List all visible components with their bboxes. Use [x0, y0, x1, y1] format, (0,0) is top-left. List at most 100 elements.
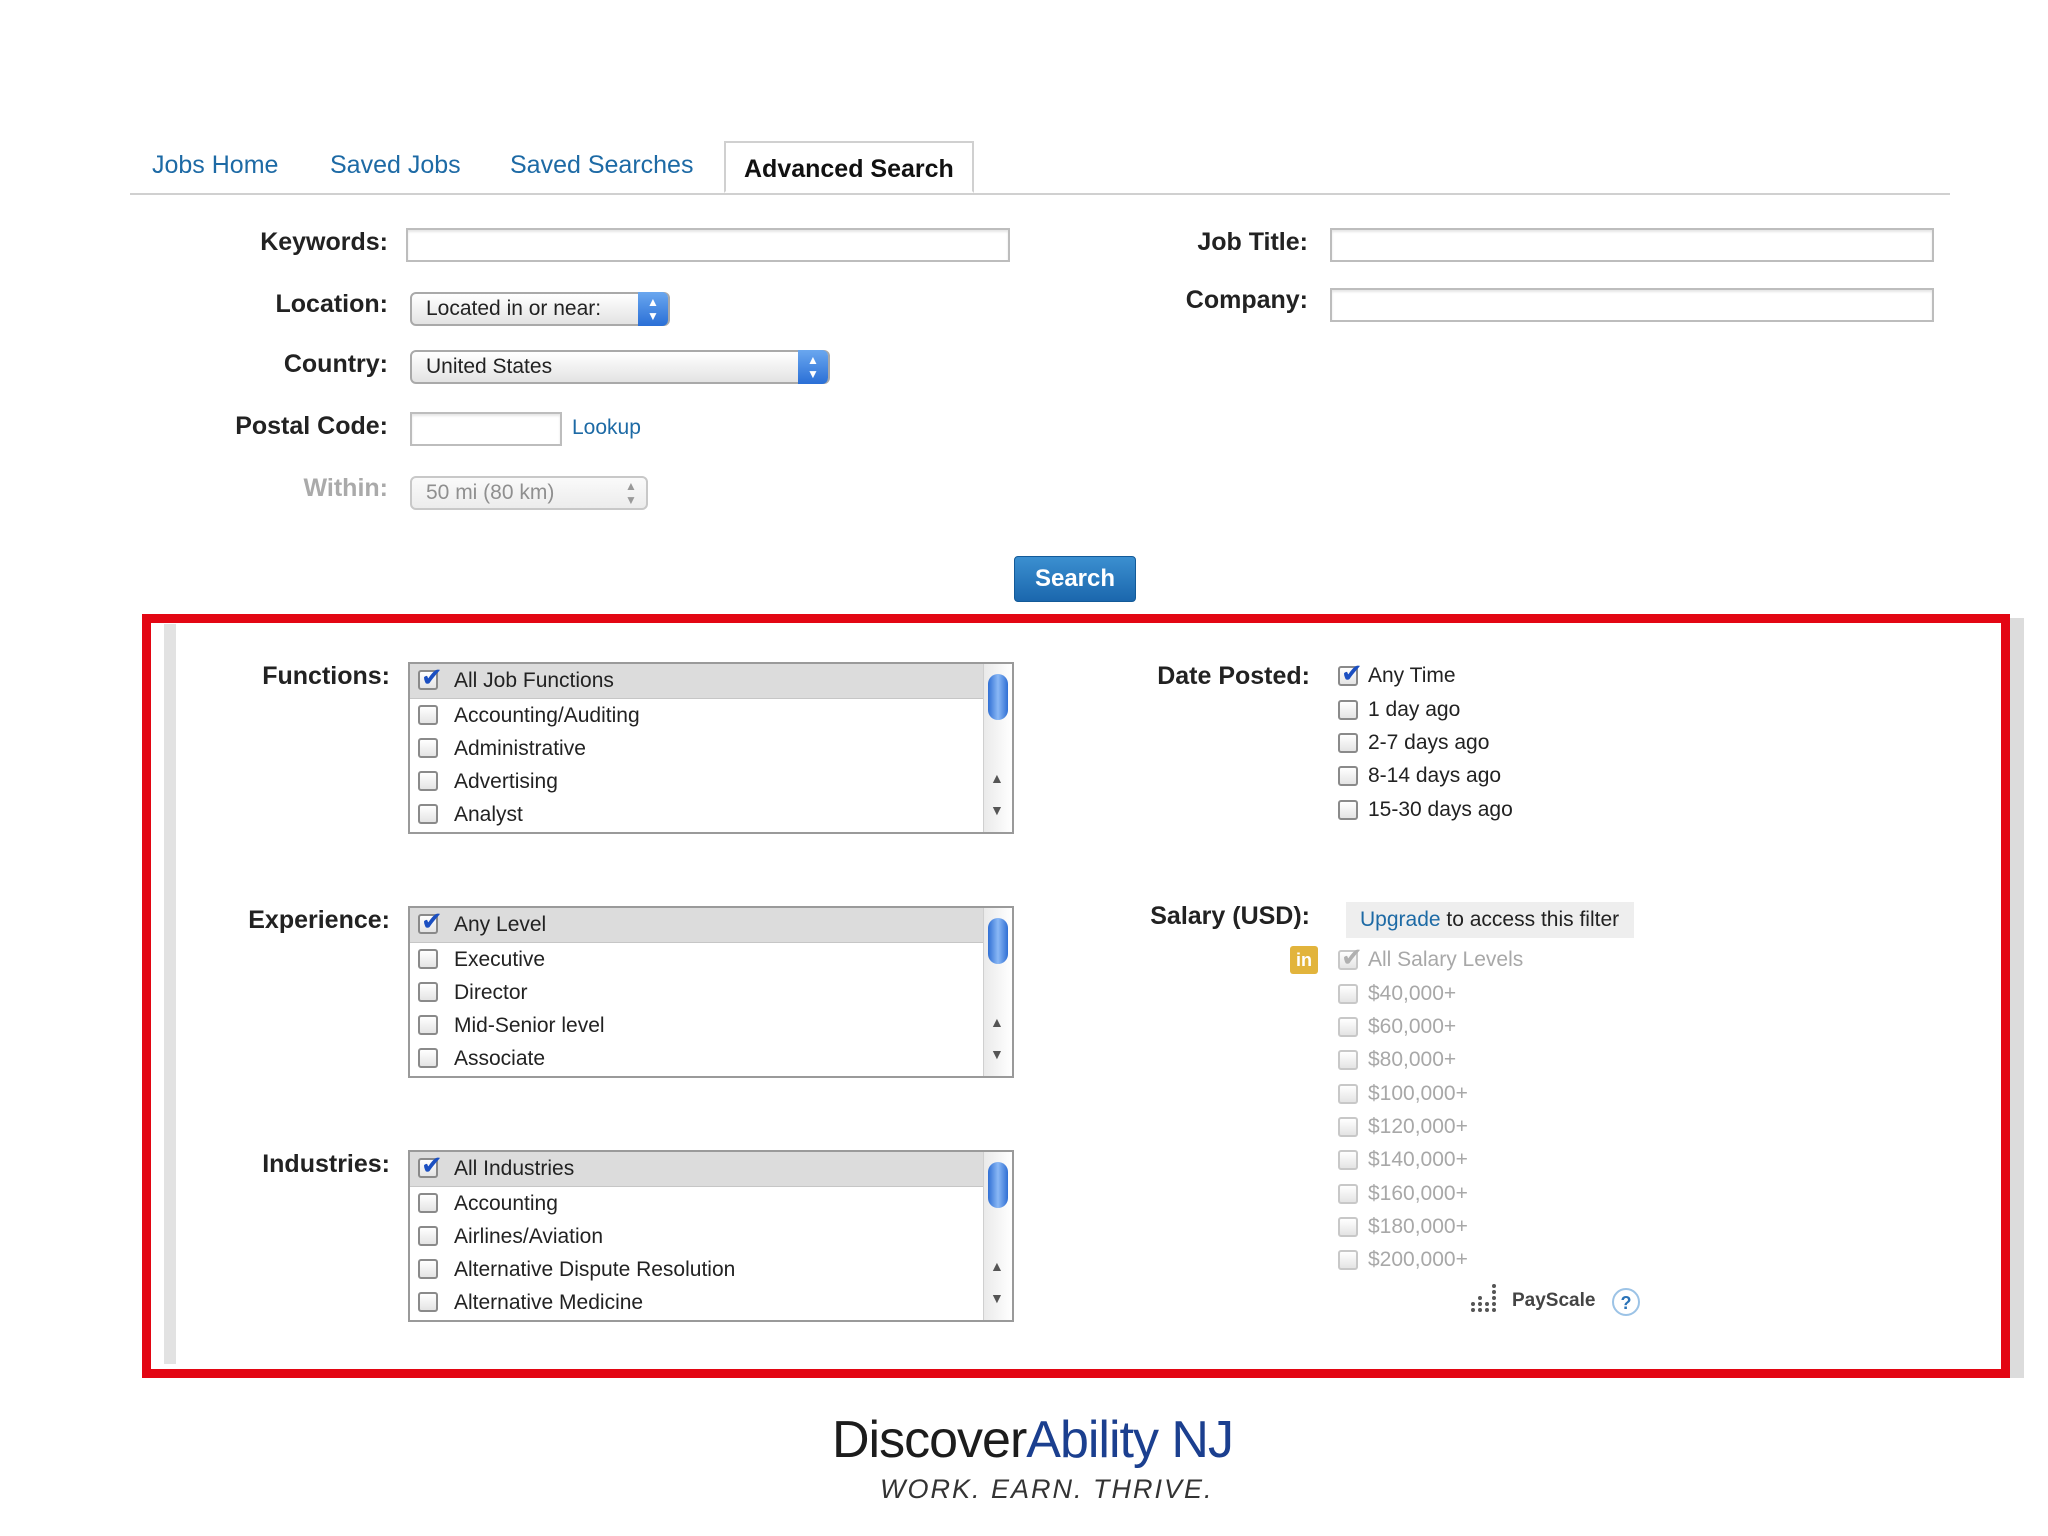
tab-saved-searches[interactable]: Saved Searches: [510, 151, 693, 180]
within-select[interactable]: 50 mi (80 km) ▲ ▼: [410, 476, 648, 510]
checkbox: [1338, 1217, 1358, 1237]
payscale-logo-icon: [1471, 1284, 1496, 1312]
list-item[interactable]: Accounting/Auditing: [410, 699, 1012, 732]
checkbox[interactable]: [418, 949, 438, 969]
country-label: Country:: [283, 350, 388, 378]
help-icon[interactable]: ?: [1612, 1288, 1640, 1316]
list-item[interactable]: Director: [410, 976, 1012, 1009]
upgrade-link[interactable]: Upgrade: [1360, 908, 1441, 931]
tab-bar: Jobs Home Saved Jobs Saved Searches Adva…: [130, 141, 1950, 195]
checkbox[interactable]: [418, 705, 438, 725]
experience-listbox[interactable]: Any Level Executive Director Mid-Senior …: [408, 906, 1014, 1078]
scrollbar[interactable]: ▲ ▼: [983, 1152, 1012, 1320]
company-label: Company:: [1185, 286, 1308, 314]
checkbox[interactable]: [1338, 658, 1363, 688]
scroll-thumb[interactable]: [988, 1162, 1008, 1208]
checkbox[interactable]: [418, 738, 438, 758]
list-item[interactable]: Advertising: [410, 765, 1012, 798]
salary-option: $40,000+: [1338, 980, 1456, 1008]
postal-code-input[interactable]: [410, 412, 562, 446]
checkbox[interactable]: [418, 664, 443, 692]
location-select-value: Located in or near:: [426, 297, 602, 320]
scroll-thumb[interactable]: [988, 918, 1008, 964]
checkbox[interactable]: [418, 1259, 438, 1279]
list-item[interactable]: Executive: [410, 943, 1012, 976]
location-select[interactable]: Located in or near: ▲ ▼: [410, 292, 670, 326]
scroll-thumb[interactable]: [988, 674, 1008, 720]
list-item[interactable]: All Job Functions: [410, 664, 1012, 699]
tab-advanced-search[interactable]: Advanced Search: [724, 141, 974, 193]
list-item[interactable]: Associate: [410, 1042, 1012, 1075]
list-item[interactable]: Accounting: [410, 1187, 1012, 1220]
checkbox[interactable]: [1338, 766, 1358, 786]
tab-jobs-home[interactable]: Jobs Home: [152, 151, 278, 180]
postal-code-label: Postal Code:: [235, 412, 388, 440]
job-title-label: Job Title:: [1197, 228, 1308, 256]
checkbox[interactable]: [418, 771, 438, 791]
lookup-link[interactable]: Lookup: [572, 416, 641, 440]
checkbox[interactable]: [418, 982, 438, 1002]
country-select[interactable]: United States ▲ ▼: [410, 350, 830, 384]
location-label: Location:: [275, 290, 389, 318]
list-item[interactable]: All Industries: [410, 1152, 1012, 1187]
checkbox[interactable]: [418, 1193, 438, 1213]
salary-option: $160,000+: [1338, 1180, 1468, 1208]
checkbox[interactable]: [418, 1292, 438, 1312]
down-arrow-icon[interactable]: ▼: [990, 802, 1004, 818]
date-option[interactable]: 8-14 days ago: [1338, 762, 1501, 790]
list-item[interactable]: Any Level: [410, 908, 1012, 943]
discoverability-logo: DiscoverAbility NJ: [832, 1411, 1234, 1469]
industries-listbox[interactable]: All Industries Accounting Airlines/Aviat…: [408, 1150, 1014, 1322]
company-input[interactable]: [1330, 288, 1934, 322]
checkbox[interactable]: [418, 1226, 438, 1246]
checkbox: [1338, 942, 1363, 972]
payscale-label: PayScale: [1512, 1290, 1596, 1311]
checkbox[interactable]: [418, 1048, 438, 1068]
up-arrow-icon[interactable]: ▲: [990, 770, 1004, 786]
up-arrow-icon[interactable]: ▲: [990, 1014, 1004, 1030]
date-option[interactable]: 2-7 days ago: [1338, 729, 1489, 757]
list-item[interactable]: Alternative Dispute Resolution: [410, 1253, 1012, 1286]
checkbox[interactable]: [1338, 733, 1358, 753]
checkbox[interactable]: [418, 908, 443, 936]
search-button[interactable]: Search: [1014, 556, 1136, 602]
down-arrow-icon[interactable]: ▼: [990, 1290, 1004, 1306]
checkbox[interactable]: [418, 1152, 443, 1180]
up-arrow-icon[interactable]: ▲: [990, 1258, 1004, 1274]
list-item[interactable]: Airlines/Aviation: [410, 1220, 1012, 1253]
salary-option: $140,000+: [1338, 1146, 1468, 1174]
date-posted-label: Date Posted:: [1157, 662, 1310, 690]
checkbox[interactable]: [418, 1015, 438, 1035]
list-item[interactable]: Administrative: [410, 732, 1012, 765]
date-option[interactable]: 15-30 days ago: [1338, 796, 1513, 824]
scrollbar[interactable]: ▲ ▼: [983, 664, 1012, 832]
list-item[interactable]: Mid-Senior level: [410, 1009, 1012, 1042]
date-option[interactable]: 1 day ago: [1338, 696, 1460, 724]
list-item[interactable]: Alternative Medicine: [410, 1286, 1012, 1319]
scrollbar[interactable]: ▲ ▼: [983, 908, 1012, 1076]
down-arrow-icon[interactable]: ▼: [990, 1046, 1004, 1062]
select-arrows-icon: ▲ ▼: [798, 350, 828, 384]
functions-listbox[interactable]: All Job Functions Accounting/Auditing Ad…: [408, 662, 1014, 834]
keywords-label: Keywords:: [260, 228, 388, 256]
checkbox: [1338, 1017, 1358, 1037]
checkbox[interactable]: [1338, 700, 1358, 720]
keywords-input[interactable]: [406, 228, 1010, 262]
salary-option: $120,000+: [1338, 1113, 1468, 1141]
salary-option: $100,000+: [1338, 1080, 1468, 1108]
list-item[interactable]: Analyst: [410, 798, 1012, 831]
checkbox: [1338, 1084, 1358, 1104]
checkbox[interactable]: [418, 804, 438, 824]
tab-saved-jobs[interactable]: Saved Jobs: [330, 151, 461, 180]
logo-tagline: WORK. EARN. THRIVE.: [880, 1474, 1214, 1504]
checkbox[interactable]: [1338, 800, 1358, 820]
job-title-input[interactable]: [1330, 228, 1934, 262]
salary-option: $60,000+: [1338, 1013, 1456, 1041]
date-option[interactable]: Any Time: [1338, 658, 1456, 690]
checkbox: [1338, 1184, 1358, 1204]
checkbox: [1338, 1050, 1358, 1070]
upgrade-notice: Upgrade to access this filter: [1346, 902, 1634, 938]
select-arrows-icon: ▲ ▼: [625, 479, 637, 507]
upgrade-text: to access this filter: [1440, 908, 1620, 931]
salary-option: $200,000+: [1338, 1246, 1468, 1274]
